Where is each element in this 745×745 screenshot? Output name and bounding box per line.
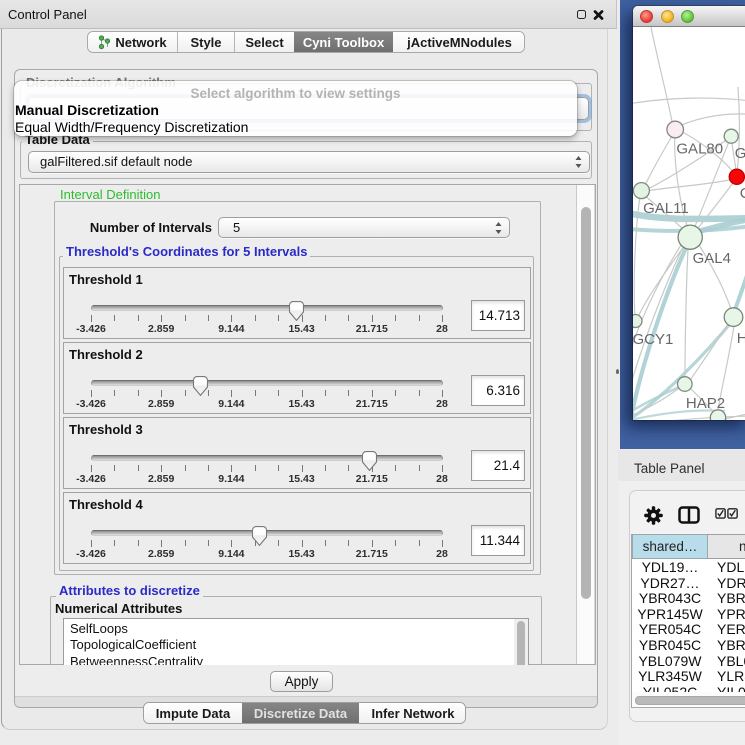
svg-text:HAP2: HAP2 <box>686 395 725 412</box>
svg-text:H: H <box>737 330 745 347</box>
svg-text:GCY1: GCY1 <box>633 331 673 348</box>
svg-text:GAL11: GAL11 <box>643 200 689 217</box>
svg-text:GAL80: GAL80 <box>676 141 723 158</box>
svg-text:GA: GA <box>735 145 745 162</box>
svg-text:GAL4: GAL4 <box>693 250 731 267</box>
svg-text:C: C <box>740 185 745 202</box>
